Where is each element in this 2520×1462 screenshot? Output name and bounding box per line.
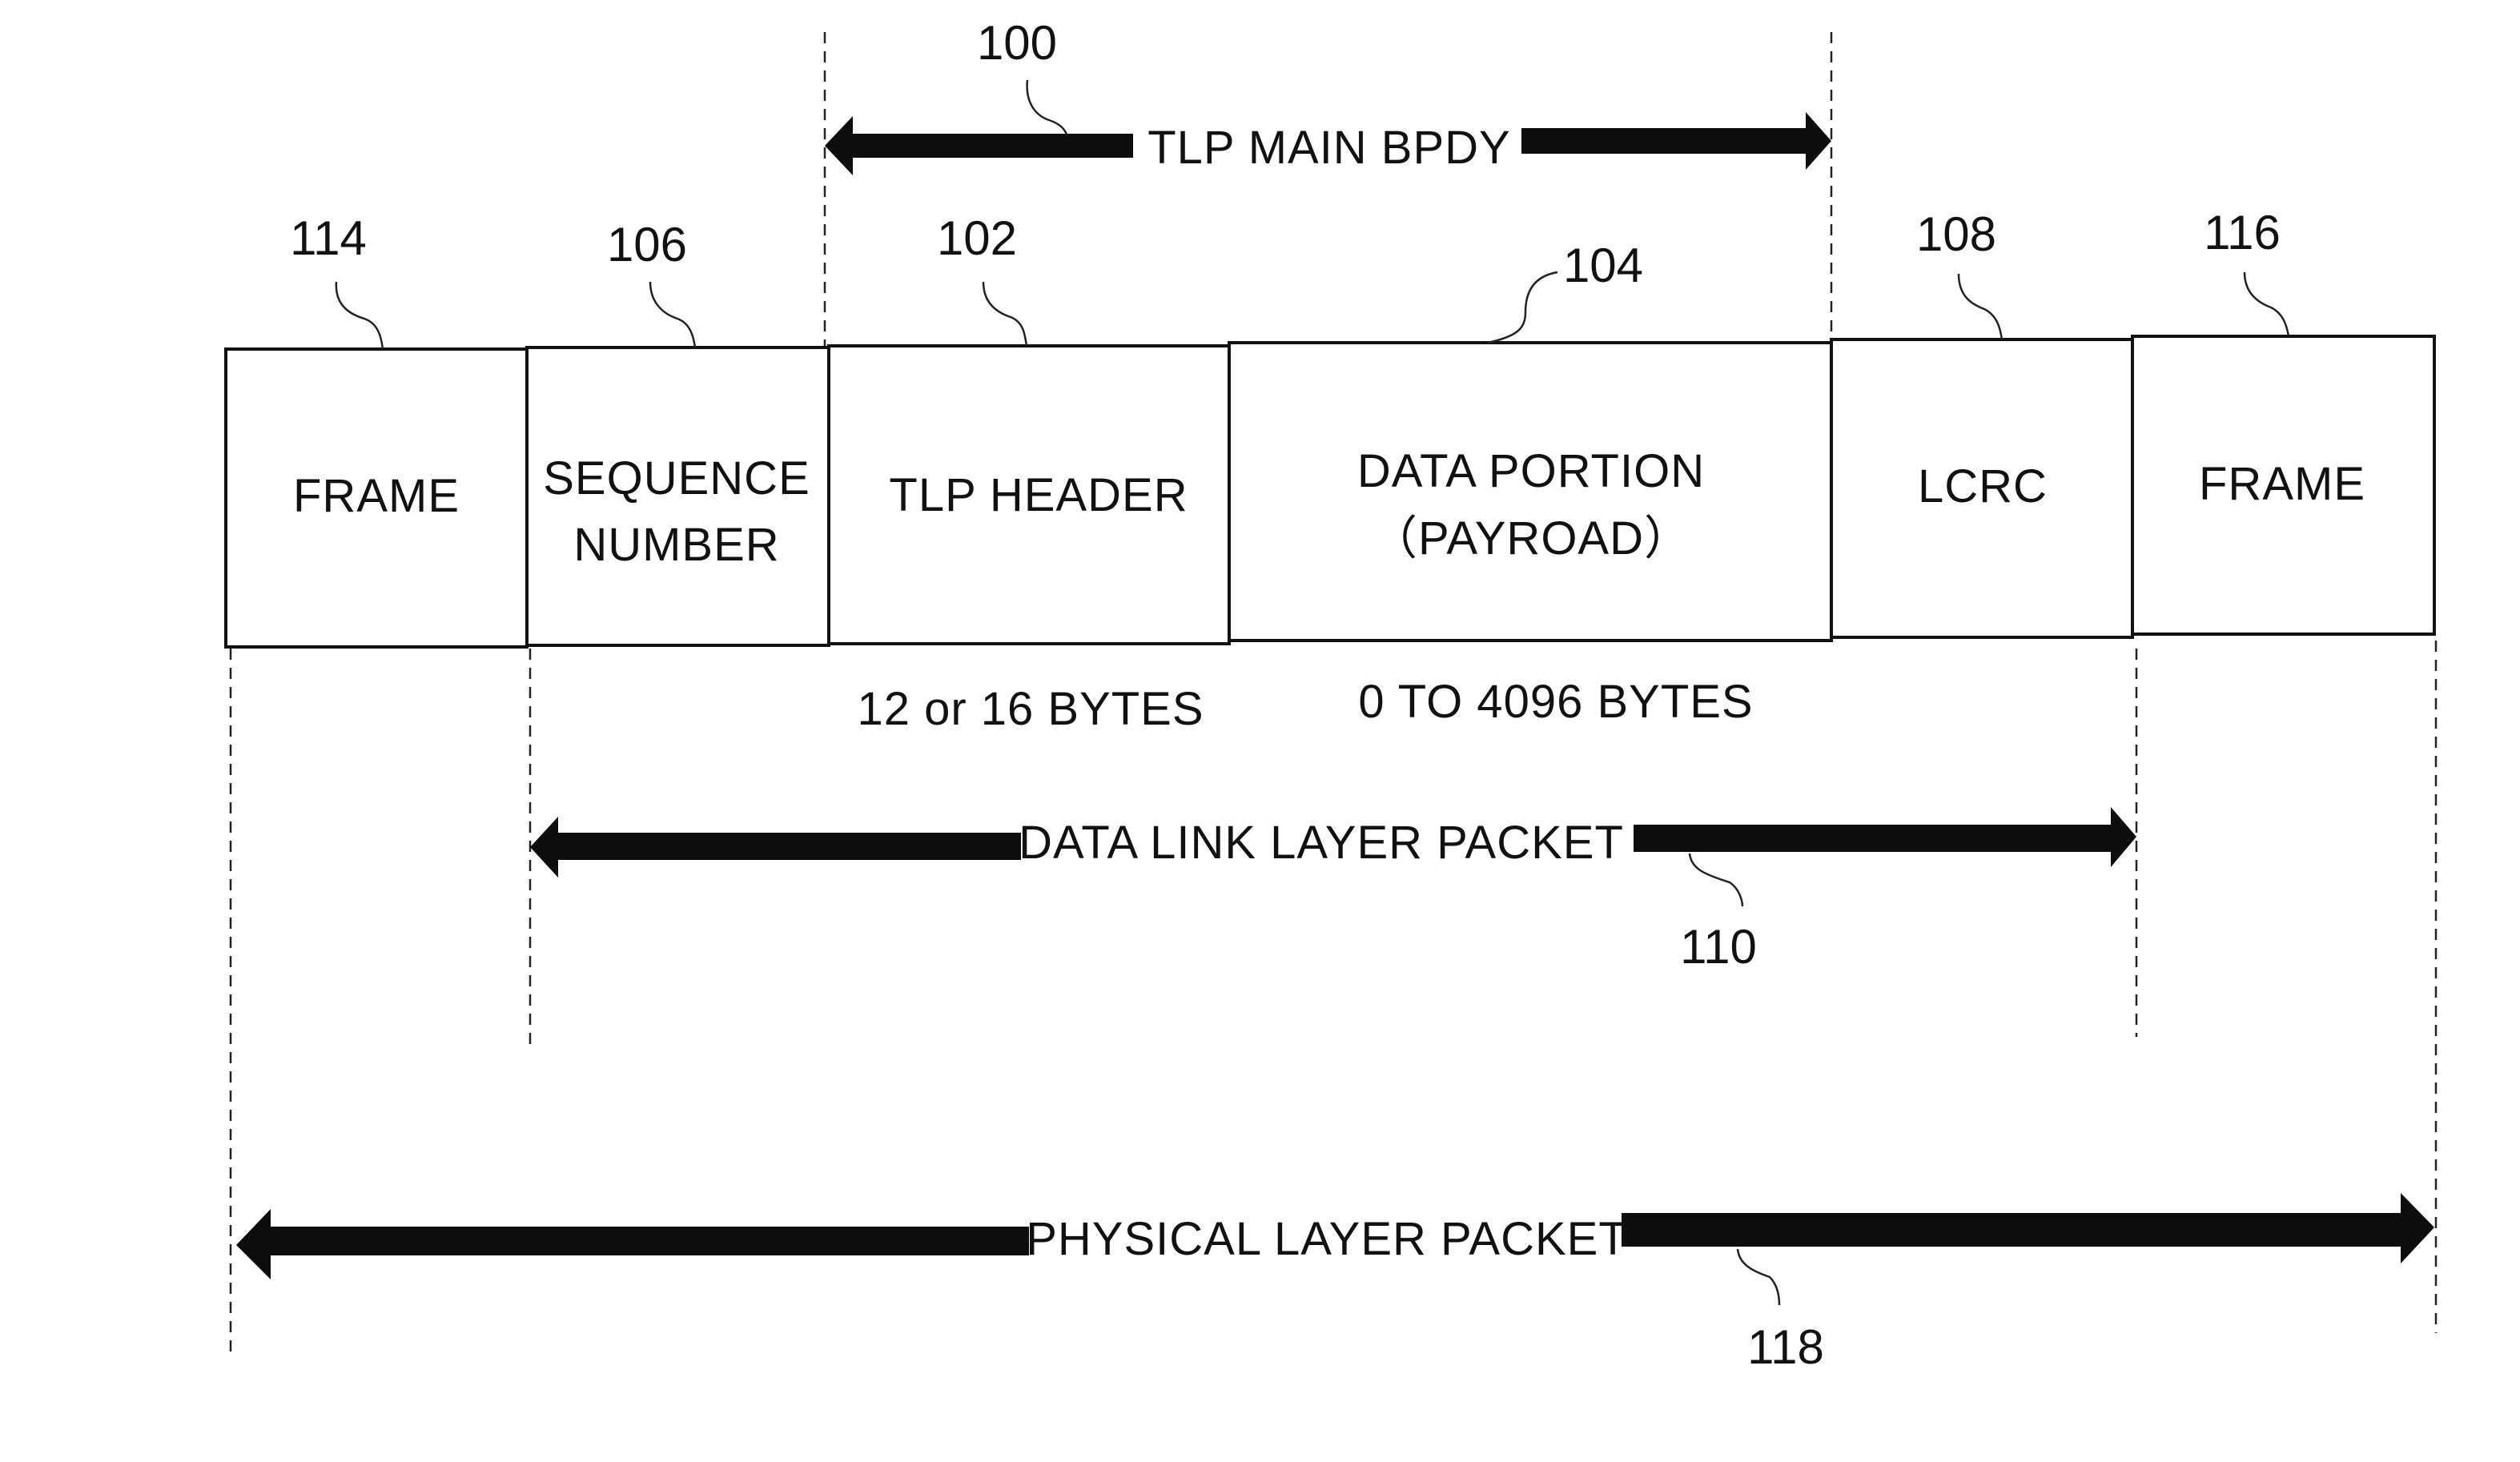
field-sequence-label-line2: NUMBER <box>573 519 779 571</box>
ref-102: 102 <box>937 211 1017 265</box>
payload-size-label: 0 TO 4096 BYTES <box>1358 676 1753 728</box>
datalink-arrow-left-head-icon <box>530 817 1021 878</box>
tlp-main-body-arrow: TLP MAIN BPDY <box>825 112 1831 175</box>
ref-116: 116 <box>2204 206 2281 259</box>
leader-102 <box>982 281 1028 347</box>
leader-106 <box>649 281 697 348</box>
ref-100: 100 <box>977 16 1057 70</box>
field-data-portion-label-line1: DATA PORTION <box>1357 445 1705 497</box>
field-sequence-label-line1: SEQUENCE <box>543 452 810 504</box>
field-tlp-header-label: TLP HEADER <box>889 469 1188 521</box>
ref-118: 118 <box>1747 1320 1824 1374</box>
leader-110 <box>1688 853 1744 907</box>
packet-field-row: FRAME SEQUENCE NUMBER TLP HEADER DATA PO… <box>224 335 2436 649</box>
tlp-header-size-label: 12 or 16 BYTES <box>857 683 1204 735</box>
physical-arrow-left-head-icon <box>236 1209 1029 1279</box>
ref-106: 106 <box>607 218 687 271</box>
leader-100 <box>1026 79 1069 137</box>
field-data-portion-label-line2: （PAYROAD） <box>1371 512 1691 564</box>
ref-108: 108 <box>1916 207 1996 261</box>
packet-structure-diagram: TLP MAIN BPDY 100 FRAME SEQUENCE NUMBER … <box>224 16 2438 1374</box>
tlp-main-body-label: TLP MAIN BPDY <box>1147 122 1511 174</box>
leader-116 <box>2243 271 2290 337</box>
tlp-arrow-left-head-icon <box>825 116 1133 175</box>
leader-114 <box>335 281 384 350</box>
datalink-arrow-right-head-icon <box>1634 807 2136 867</box>
ref-110: 110 <box>1680 920 1757 974</box>
physical-layer-packet-arrow: PHYSICAL LAYER PACKET <box>236 1193 2434 1279</box>
leader-118 <box>1736 1248 1781 1306</box>
data-link-layer-packet-arrow: DATA LINK LAYER PACKET <box>530 807 2136 878</box>
ref-114: 114 <box>290 211 367 265</box>
leader-104 <box>1487 271 1558 344</box>
tlp-arrow-right-head-icon <box>1521 112 1831 170</box>
data-link-layer-packet-label: DATA LINK LAYER PACKET <box>1019 817 1624 869</box>
leader-108 <box>1957 273 2004 340</box>
field-frame-start-label: FRAME <box>293 470 460 522</box>
ref-104: 104 <box>1563 239 1643 292</box>
field-lcrc-label: LCRC <box>1918 460 2048 512</box>
physical-layer-packet-label: PHYSICAL LAYER PACKET <box>1026 1213 1628 1265</box>
field-frame-end-label: FRAME <box>2199 458 2365 510</box>
physical-arrow-right-head-icon <box>1622 1193 2434 1263</box>
